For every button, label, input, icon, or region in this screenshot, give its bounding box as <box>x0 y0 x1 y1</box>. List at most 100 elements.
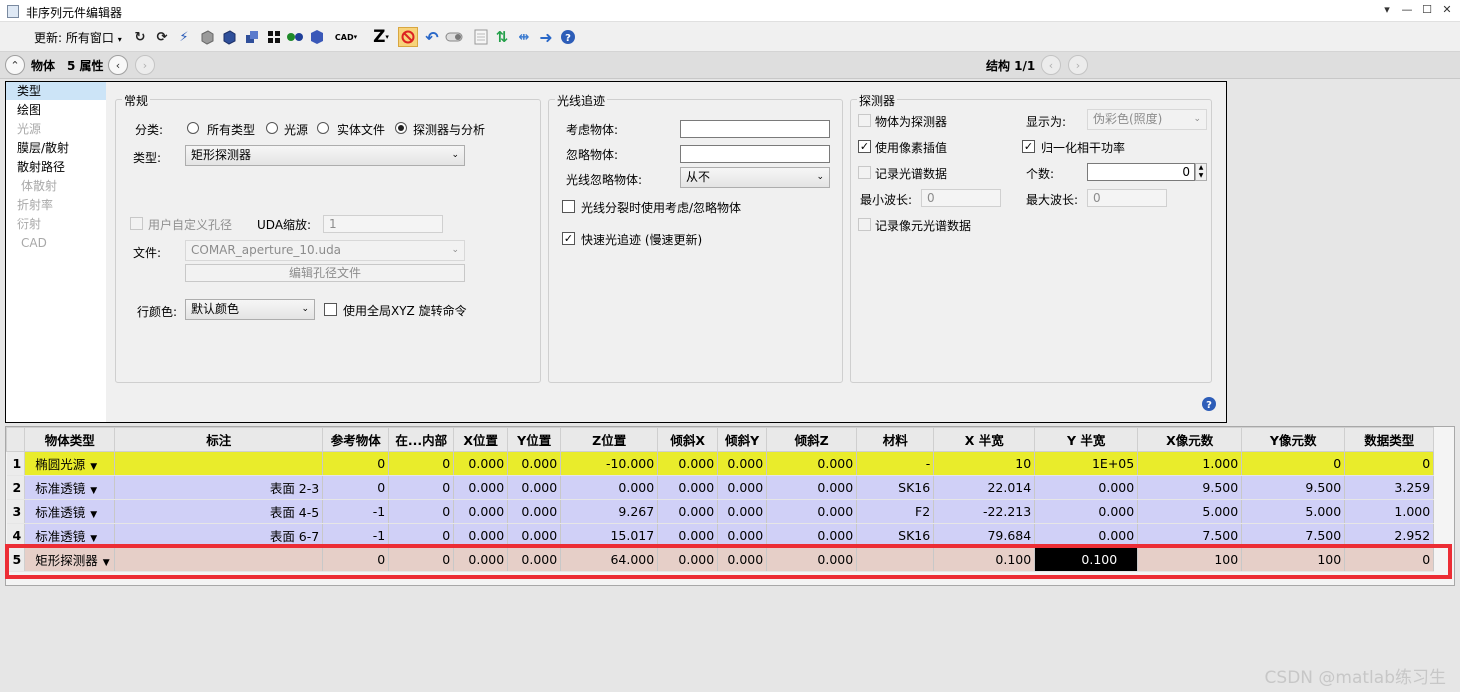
table-cell[interactable]: 0 <box>388 475 455 500</box>
table-cell[interactable]: 0.000 <box>453 451 509 476</box>
global-xyz-checkbox[interactable] <box>324 303 337 316</box>
file-select[interactable]: COMAR_aperture_10.uda ⌄ <box>185 240 465 261</box>
column-header[interactable]: Z位置 <box>560 427 659 452</box>
no-ray-icon[interactable] <box>398 27 418 47</box>
row-color-select[interactable]: 默认颜色 ⌄ <box>185 299 315 320</box>
swap-icon[interactable]: ⇅ <box>493 28 511 46</box>
split-checkbox[interactable] <box>562 200 575 213</box>
column-header[interactable]: Y 半宽 <box>1034 427 1139 452</box>
type-select[interactable]: 矩形探测器 ⌄ <box>185 145 465 166</box>
table-cell[interactable]: 5.000 <box>1241 499 1346 524</box>
dropdown-arrow-icon[interactable]: ▼ <box>90 534 97 544</box>
table-cell[interactable]: -1 <box>322 499 390 524</box>
fast-trace-checkbox[interactable]: ✓ <box>562 232 575 245</box>
table-cell[interactable]: 1.000 <box>1344 499 1435 524</box>
count-spinner[interactable]: ▲ ▼ <box>1195 163 1207 181</box>
column-header[interactable]: 倾斜Z <box>766 427 858 452</box>
grid-layout-icon[interactable] <box>265 28 283 46</box>
table-cell[interactable]: 0 <box>322 475 390 500</box>
uda-scale-input[interactable]: 1 <box>323 215 443 233</box>
column-header[interactable]: Y像元数 <box>1241 427 1346 452</box>
max-wavelength-input[interactable]: 0 <box>1087 189 1167 207</box>
edit-aperture-button[interactable]: 编辑孔径文件 <box>185 264 465 282</box>
cad-dropdown[interactable]: CAD ▾ <box>333 28 359 46</box>
as-detector-checkbox[interactable] <box>858 114 871 127</box>
table-cell[interactable]: 0.000 <box>657 499 719 524</box>
document-icon[interactable] <box>472 28 490 46</box>
table-cell[interactable]: 0.000 <box>657 451 719 476</box>
table-cell[interactable]: 9.500 <box>1137 475 1243 500</box>
table-cell[interactable]: 1.000 <box>1137 451 1243 476</box>
table-cell[interactable]: 表面 4-5 <box>114 499 324 524</box>
table-cell[interactable]: 0.000 <box>657 475 719 500</box>
table-cell[interactable]: 0.000 <box>453 475 509 500</box>
object-viewer-icon[interactable] <box>308 28 326 46</box>
column-header[interactable]: X 半宽 <box>933 427 1036 452</box>
min-wavelength-input[interactable]: 0 <box>921 189 1001 207</box>
object-type-cell[interactable]: 椭圆光源 ▼ <box>24 451 116 476</box>
merge-icon[interactable]: ⇹ <box>515 28 533 46</box>
column-header[interactable]: X位置 <box>453 427 509 452</box>
help-icon[interactable]: ? <box>559 28 577 46</box>
minimize-button[interactable]: — <box>1398 3 1416 16</box>
user-aperture-checkbox[interactable] <box>130 217 143 230</box>
table-cell[interactable]: -10.000 <box>560 451 659 476</box>
normalize-checkbox[interactable]: ✓ <box>1022 140 1035 153</box>
ray-trace-icon[interactable]: ⚡ <box>175 28 193 46</box>
table-cell[interactable]: 0.000 <box>717 475 768 500</box>
column-header[interactable]: 倾斜Y <box>717 427 768 452</box>
row-number[interactable]: 3 <box>6 499 26 524</box>
record-pixel-spectrum-checkbox[interactable] <box>858 218 871 231</box>
category-source[interactable]: 光源 <box>6 120 106 138</box>
refresh-icon[interactable]: ↻ <box>131 28 149 46</box>
category-type[interactable]: 类型 <box>6 82 106 100</box>
table-cell[interactable]: 0.000 <box>1034 475 1139 500</box>
pixel-interp-checkbox[interactable]: ✓ <box>858 140 871 153</box>
table-cell[interactable]: 0.000 <box>717 451 768 476</box>
table-cell[interactable]: 0 <box>1241 451 1346 476</box>
object-type-cell[interactable]: 标准透镜 ▼ <box>24 475 116 500</box>
nsc-3d-layout-icon[interactable] <box>243 28 261 46</box>
maximize-button[interactable]: ☐ <box>1418 3 1436 16</box>
table-cell[interactable]: 10 <box>933 451 1036 476</box>
dropdown-arrow-icon[interactable]: ▼ <box>90 462 97 472</box>
previous-structure-button[interactable]: ‹ <box>1041 55 1061 75</box>
row-number[interactable]: 2 <box>6 475 26 500</box>
table-cell[interactable] <box>114 451 324 476</box>
table-cell[interactable]: 0.000 <box>507 475 562 500</box>
table-cell[interactable]: 表面 2-3 <box>114 475 324 500</box>
table-cell[interactable]: 9.500 <box>1241 475 1346 500</box>
object-type-cell[interactable]: 标准透镜 ▼ <box>24 499 116 524</box>
close-button[interactable]: ✕ <box>1438 3 1456 16</box>
help-icon[interactable]: ? <box>1201 396 1217 415</box>
next-property-button[interactable]: › <box>135 55 155 75</box>
table-cell[interactable]: - <box>856 451 935 476</box>
table-cell[interactable]: 0.000 <box>766 451 858 476</box>
column-header[interactable]: 标注 <box>114 427 324 452</box>
table-cell[interactable]: 1E+05 <box>1034 451 1139 476</box>
previous-property-button[interactable]: ‹ <box>108 55 128 75</box>
table-cell[interactable]: SK16 <box>856 475 935 500</box>
table-cell[interactable]: 0.000 <box>453 499 509 524</box>
table-cell[interactable]: F2 <box>856 499 935 524</box>
display-as-select[interactable]: 伪彩色(照度) ⌄ <box>1087 109 1207 130</box>
class-source-radio[interactable] <box>266 122 278 134</box>
table-cell[interactable]: 0 <box>388 451 455 476</box>
class-detector-radio[interactable] <box>395 122 407 134</box>
table-cell[interactable]: 9.267 <box>560 499 659 524</box>
undo-icon[interactable]: ↶ <box>423 28 441 47</box>
category-scatter-path[interactable]: 散射路径 <box>6 158 106 176</box>
column-header[interactable]: X像元数 <box>1137 427 1243 452</box>
dropdown-arrow-icon[interactable]: ▼ <box>90 510 97 520</box>
category-index[interactable]: 折射率 <box>6 196 106 214</box>
count-input[interactable]: 0 <box>1087 163 1195 181</box>
category-coating-scatter[interactable]: 膜层/散射 <box>6 139 106 157</box>
collapse-icon[interactable]: ⌃ <box>5 55 25 75</box>
table-cell[interactable]: 22.014 <box>933 475 1036 500</box>
category-volume-scatter[interactable]: 体散射 <box>6 177 106 195</box>
column-header[interactable]: 数据类型 <box>1344 427 1435 452</box>
table-cell[interactable]: 0 <box>388 499 455 524</box>
record-spectrum-checkbox[interactable] <box>858 166 871 179</box>
detector-viewer-icon[interactable] <box>286 28 304 46</box>
consider-objects-input[interactable] <box>680 120 830 138</box>
